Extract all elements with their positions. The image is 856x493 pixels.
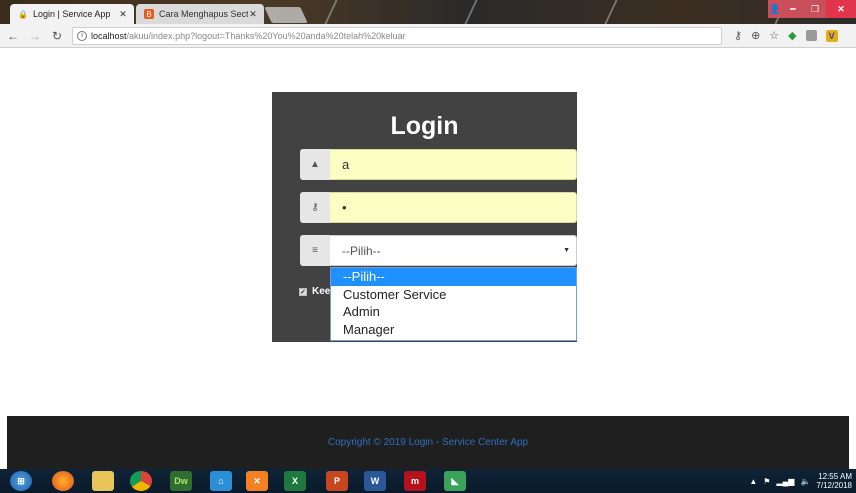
xampp-icon[interactable]: ✕ [246, 471, 268, 491]
start-orb-icon[interactable]: ⊞ [10, 471, 32, 491]
app-green-icon[interactable]: ◣ [444, 471, 466, 491]
role-option[interactable]: Customer Service [331, 286, 576, 304]
role-select-value: --Pilih-- [342, 243, 381, 258]
footer-copyright: Copyright © 2019 Login - Service Center … [327, 437, 529, 448]
username-field-group: ▲ a [300, 149, 577, 180]
zoom-icon[interactable]: ⊕ [751, 29, 760, 42]
user-icon: ▲ [300, 149, 330, 180]
extension-gray-icon[interactable] [805, 30, 817, 41]
tab-blogger[interactable]: B Cara Menghapus Section ✕ [136, 4, 264, 24]
decorative-streak [324, 0, 338, 24]
tab-login[interactable]: 🔒 Login | Service App ✕ [10, 4, 134, 24]
volume-icon[interactable]: 🔈 [800, 477, 810, 486]
chevron-down-icon: ▼ [563, 247, 570, 254]
browser-tab-strip: 🔒 Login | Service App ✕ B Cara Menghapus… [0, 0, 856, 24]
excel-icon[interactable]: X [284, 471, 306, 491]
decorative-streak [604, 0, 618, 24]
decorative-streak [464, 0, 478, 24]
key-icon[interactable]: ⚷ [734, 29, 742, 42]
password-field-group: ⚷ • [300, 192, 577, 223]
password-input[interactable]: • [330, 192, 577, 223]
close-window-icon[interactable]: ✕ [826, 0, 856, 18]
user-icon[interactable]: 👤 [768, 0, 782, 18]
role-option[interactable]: Manager [331, 321, 576, 339]
star-icon[interactable]: ☆ [769, 29, 779, 42]
signal-icon[interactable]: ▂▄▆ [776, 477, 794, 486]
dreamweaver-icon[interactable]: Dw [170, 471, 192, 491]
toolbar-icons: ⚷ ⊕ ☆ ◆ V [734, 29, 838, 42]
minimize-icon[interactable]: ━ [782, 0, 804, 18]
page-footer: Copyright © 2019 Login - Service Center … [7, 416, 849, 469]
filezilla-icon[interactable]: m [404, 471, 426, 491]
info-icon[interactable]: i [77, 30, 87, 41]
clock[interactable]: 12:55 AM 7/12/2018 [816, 472, 852, 490]
flag-icon[interactable]: ⚑ [763, 477, 770, 486]
role-option[interactable]: --Pilih-- [331, 268, 576, 286]
powerpoint-icon[interactable]: P [326, 471, 348, 491]
close-icon[interactable]: ✕ [248, 9, 258, 20]
url-path: /akuu/index.php?logout=Thanks%20You%20an… [126, 30, 406, 41]
network-icon[interactable]: ⌂ [210, 471, 232, 491]
extension-green-icon[interactable]: ◆ [788, 29, 796, 42]
remember-checkbox[interactable]: ✓ [299, 287, 307, 296]
clock-time: 12:55 AM [818, 472, 852, 481]
role-dropdown-list: --Pilih-- Customer Service Admin Manager [330, 267, 577, 341]
blogger-icon: B [144, 9, 154, 19]
url-host: localhost [91, 30, 127, 41]
address-bar[interactable]: i localhost/akuu/index.php?logout=Thanks… [72, 26, 722, 45]
windows-taskbar: ⊞ Dw ⌂ ✕ X P W m ◣ ▲ ⚑ ▂▄▆ 🔈 12:55 AM 7/… [0, 469, 856, 493]
system-tray: ▲ ⚑ ▂▄▆ 🔈 12:55 AM 7/12/2018 [749, 469, 856, 493]
extension-yellow-icon[interactable]: V [825, 29, 838, 42]
restore-icon[interactable]: ❐ [804, 0, 826, 18]
reload-icon[interactable]: ↻ [48, 27, 66, 45]
firefox-icon[interactable] [52, 471, 74, 491]
new-tab-button[interactable] [264, 7, 308, 23]
remember-me[interactable]: ✓ Kee [299, 286, 330, 297]
close-icon[interactable]: ✕ [118, 9, 128, 20]
chevron-up-icon[interactable]: ▲ [749, 477, 757, 486]
explorer-icon[interactable] [92, 471, 114, 491]
role-select[interactable]: --Pilih-- ▼ [330, 235, 577, 266]
lock-icon: 🔒 [18, 9, 28, 19]
browser-toolbar: ← → ↻ i localhost/akuu/index.php?logout=… [0, 24, 856, 48]
word-icon[interactable]: W [364, 471, 386, 491]
back-icon[interactable]: ← [4, 27, 22, 45]
role-field-group: ≡ --Pilih-- ▼ [300, 235, 577, 266]
login-title: Login [390, 112, 459, 140]
remember-label: Kee [312, 286, 331, 297]
tab-label: Login | Service App [33, 9, 111, 19]
page-viewport: Login ▲ a ⚷ • ≡ --Pilih-- ▼ ✓ Kee --Pili… [0, 49, 856, 469]
forward-icon[interactable]: → [26, 27, 44, 45]
chrome-icon[interactable] [130, 471, 152, 491]
list-icon: ≡ [300, 235, 330, 266]
window-controls: 👤 ━ ❐ ✕ [768, 0, 856, 18]
key-icon: ⚷ [300, 192, 330, 223]
role-option[interactable]: Admin [331, 303, 576, 321]
username-input[interactable]: a [330, 149, 577, 180]
clock-date: 7/12/2018 [816, 481, 852, 490]
tab-label: Cara Menghapus Section [159, 9, 248, 19]
